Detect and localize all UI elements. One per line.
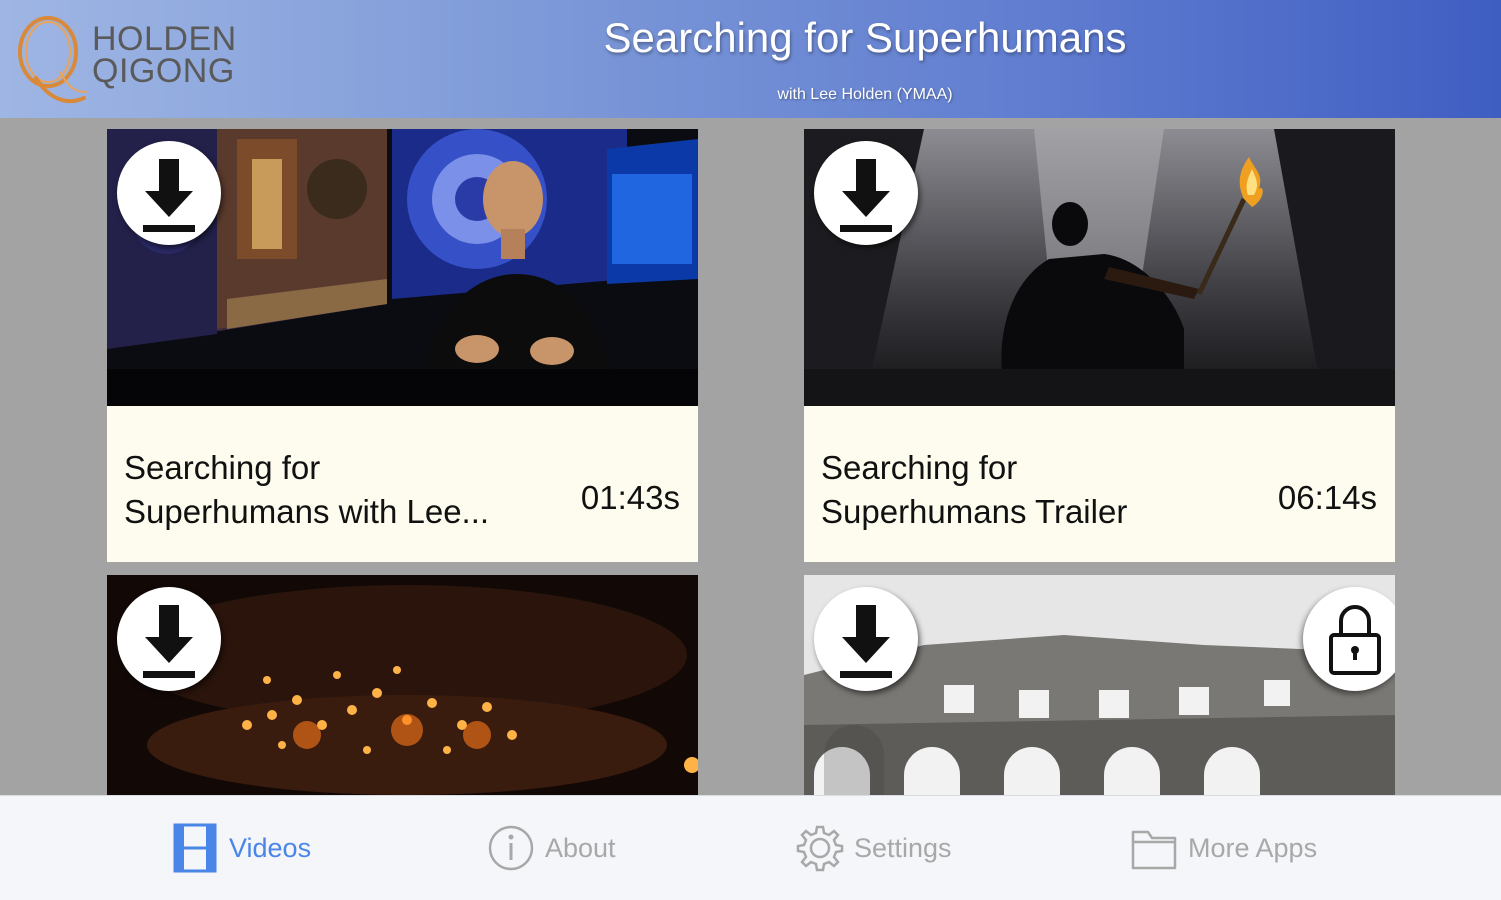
video-info[interactable]: Searching for Superhumans Trailer 06:14s — [804, 406, 1395, 562]
tab-settings[interactable]: Settings — [796, 822, 952, 874]
video-card[interactable] — [804, 575, 1395, 795]
video-card[interactable] — [107, 575, 698, 795]
logo-text-holden: HOLDEN — [92, 20, 237, 58]
tab-about[interactable]: About — [487, 822, 616, 874]
tab-more-apps-label: More Apps — [1188, 832, 1318, 863]
bottom-tab-bar: Videos About Settings More Apps — [0, 795, 1501, 900]
tab-settings-label: Settings — [854, 832, 952, 863]
folder-icon — [1131, 830, 1177, 870]
page-subtitle: with Lee Holden (YMAA) — [777, 86, 953, 103]
q-logo-mark-icon — [18, 16, 87, 104]
download-icon — [143, 159, 195, 232]
gear-icon — [796, 825, 844, 872]
page-title: Searching for Superhumans — [603, 14, 1127, 61]
video-duration: 01:43s — [580, 479, 680, 516]
download-icon — [840, 605, 892, 678]
download-icon — [840, 159, 892, 232]
download-icon — [143, 605, 195, 678]
film-icon — [173, 823, 217, 873]
video-thumbnail[interactable] — [107, 575, 698, 795]
tab-more-apps[interactable]: More Apps — [1130, 822, 1317, 874]
download-button[interactable] — [814, 587, 918, 691]
tab-videos[interactable]: Videos — [171, 822, 311, 874]
holden-qigong-logo: HOLDEN QIGONG — [8, 6, 243, 110]
video-title: Searching for Superhumans Trailer — [821, 449, 1128, 530]
download-button[interactable] — [117, 141, 221, 245]
video-title: Searching for Superhumans with Lee... — [124, 449, 490, 530]
tab-videos-label: Videos — [229, 832, 312, 863]
tab-about-label: About — [545, 832, 616, 863]
app-header: HOLDEN QIGONG Searching for Superhumans … — [0, 0, 1501, 118]
video-thumbnail[interactable] — [804, 129, 1395, 406]
video-card[interactable]: Searching for Superhumans with Lee... 01… — [107, 129, 698, 562]
download-button[interactable] — [814, 141, 918, 245]
logo-text-qigong: QIGONG — [92, 52, 235, 90]
video-duration: 06:14s — [1277, 479, 1377, 516]
locked-button[interactable] — [1303, 587, 1395, 691]
video-thumbnail[interactable] — [107, 129, 698, 406]
video-thumbnail[interactable] — [804, 575, 1395, 795]
lock-icon — [1329, 605, 1381, 675]
download-button[interactable] — [117, 587, 221, 691]
info-icon — [488, 825, 534, 871]
video-info[interactable]: Searching for Superhumans with Lee... 01… — [107, 406, 698, 562]
video-card[interactable]: Searching for Superhumans Trailer 06:14s — [804, 129, 1395, 562]
